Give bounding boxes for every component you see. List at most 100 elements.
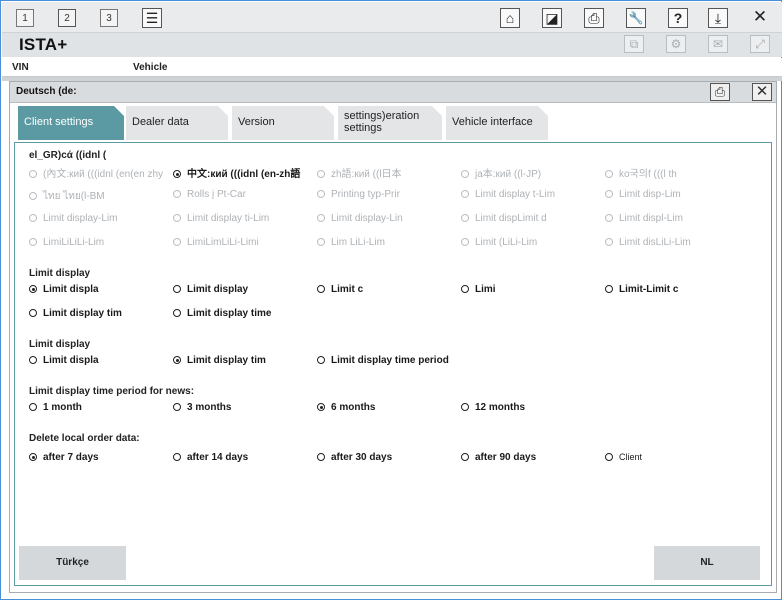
tab-operation-settings-line1: settings)eration <box>344 110 420 122</box>
language-option[interactable]: ja本:кий ((l-JP) <box>461 165 541 180</box>
home-icon[interactable]: ⌂ <box>500 8 520 28</box>
language-option[interactable]: Limit display-Lim <box>29 213 117 224</box>
close-icon[interactable]: ✕ <box>750 8 770 28</box>
option-label: Limit displa <box>43 355 99 366</box>
news-period-3-months[interactable]: 3 months <box>173 402 231 413</box>
help-icon[interactable]: ? <box>668 8 688 28</box>
option-label: Limit disp-Lim <box>619 189 681 200</box>
language-option[interactable]: LimiLiLiLi-Lim <box>29 237 104 248</box>
close-icon[interactable]: ✕ <box>752 83 772 101</box>
news-period-6-months[interactable]: 6 months <box>317 402 375 413</box>
radio-option-selected[interactable]: Limit display tim <box>173 355 266 366</box>
radio-icon <box>173 403 181 411</box>
radio-option[interactable]: Limit display time <box>173 308 271 319</box>
wrench-icon[interactable]: 🔧 <box>626 8 646 28</box>
workspace-tab-1[interactable]: 1 <box>16 9 34 27</box>
radio-selected-icon <box>29 285 37 293</box>
news-period-1-month[interactable]: 1 month <box>29 402 82 413</box>
language-option[interactable]: ไทย ไทย(l-BM <box>29 189 105 204</box>
language-option[interactable]: Limit dispLimit d <box>461 213 547 224</box>
radio-icon <box>461 285 469 293</box>
option-label: ja本:кий ((l-JP) <box>475 169 542 180</box>
news-period-label: Limit display time period for news: <box>29 386 195 397</box>
tab-operation-settings[interactable]: settings)eration settings <box>338 106 442 140</box>
language-option[interactable]: Rolls į Pt-Car <box>173 189 246 200</box>
dialog-title: Deutsch (de: <box>16 86 77 97</box>
language-option[interactable]: zh語:кий ((l日本 <box>317 165 402 180</box>
radio-icon <box>29 170 37 178</box>
print-icon[interactable]: ⎙ <box>710 83 730 101</box>
tab-version[interactable]: Version <box>232 106 334 140</box>
vin-label: VIN <box>12 62 29 73</box>
language-option[interactable]: Limit display ti-Lim <box>173 213 269 224</box>
download-icon[interactable]: ⤓ <box>708 8 728 28</box>
delete-after-90-days[interactable]: after 90 days <box>461 452 536 463</box>
picture-in-picture-icon[interactable]: ◪ <box>542 8 562 28</box>
radio-selected-icon <box>173 356 181 364</box>
document-icon[interactable]: ⧉ <box>624 35 644 53</box>
delete-client-option[interactable]: Client <box>605 452 642 462</box>
radio-option[interactable]: Limit c <box>317 284 363 295</box>
radio-icon <box>173 190 181 198</box>
tab-client-settings[interactable]: Client settings <box>18 106 124 140</box>
radio-option[interactable]: Limi <box>461 284 496 295</box>
radio-icon <box>605 453 613 461</box>
radio-option-selected[interactable]: Limit displa <box>29 284 99 295</box>
expand-icon[interactable]: ⤢ <box>750 35 770 53</box>
radio-icon <box>461 453 469 461</box>
radio-icon <box>29 192 37 200</box>
option-label: Limit dispLimit d <box>475 213 547 224</box>
language-option[interactable]: Limit display t-Lim <box>461 189 555 200</box>
delete-after-30-days[interactable]: after 30 days <box>317 452 392 463</box>
radio-icon <box>317 453 325 461</box>
print-icon[interactable]: ⎙ <box>584 8 604 28</box>
language-button-turkce[interactable]: Türkçe <box>19 546 126 580</box>
radio-icon <box>317 285 325 293</box>
radio-option[interactable]: Limit display time period <box>317 355 449 366</box>
language-option-selected[interactable]: 中文:кий (((idnl (en-zh語 <box>173 165 300 180</box>
radio-icon <box>29 214 37 222</box>
radio-option[interactable]: Limit-Limit c <box>605 284 678 295</box>
radio-icon <box>317 238 325 246</box>
gear-icon[interactable]: ⚙ <box>666 35 686 53</box>
language-option[interactable]: LimiLimLiLi-Limi <box>173 237 259 248</box>
language-option[interactable]: Limit disLiLi-Lim <box>605 237 691 248</box>
radio-selected-icon <box>29 453 37 461</box>
option-label: Printing typ-Prir <box>331 189 400 200</box>
tab-vehicle-interface[interactable]: Vehicle interface <box>446 106 548 140</box>
language-option[interactable]: ko국의f (((l th <box>605 165 677 180</box>
tab-dealer-data[interactable]: Dealer data <box>126 106 228 140</box>
language-option[interactable]: Limit displ-Lim <box>605 213 683 224</box>
news-period-12-months[interactable]: 12 months <box>461 402 525 413</box>
settings-tabs: Client settings Dealer data Version sett… <box>10 104 776 142</box>
language-option[interactable]: Limit disp-Lim <box>605 189 681 200</box>
delete-order-data-label: Delete local order data: <box>29 433 140 444</box>
radio-icon <box>461 190 469 198</box>
language-option[interactable]: Limit display-Lin <box>317 213 403 224</box>
option-label: Limit c <box>331 284 364 295</box>
language-option[interactable]: Printing typ-Prir <box>317 189 400 200</box>
radio-selected-icon <box>173 170 181 178</box>
radio-option[interactable]: Limit display <box>173 284 248 295</box>
workspace-tab-2[interactable]: 2 <box>58 9 76 27</box>
option-label: Limit display-Lin <box>331 213 403 224</box>
option-label: Client <box>619 452 643 462</box>
delete-after-7-days[interactable]: after 7 days <box>29 452 99 463</box>
radio-option[interactable]: Limit displa <box>29 355 99 366</box>
vehicle-info-bar: VIN Vehicle <box>2 58 782 77</box>
radio-icon <box>173 285 181 293</box>
workspace-tab-3[interactable]: 3 <box>100 9 118 27</box>
language-option[interactable]: Limit (LiLi-Lim <box>461 237 537 248</box>
radio-option[interactable]: Limit display tim <box>29 308 122 319</box>
radio-icon <box>317 356 325 364</box>
language-button-nl[interactable]: NL <box>654 546 760 580</box>
language-option[interactable]: Lim LiLi-Lim <box>317 237 385 248</box>
radio-icon <box>605 285 613 293</box>
option-label: after 7 days <box>43 452 99 463</box>
option-label: Rolls į Pt-Car <box>187 189 246 200</box>
mail-icon[interactable]: ✉ <box>708 35 728 53</box>
delete-after-14-days[interactable]: after 14 days <box>173 452 248 463</box>
radio-icon <box>605 238 613 246</box>
list-icon[interactable]: ☰ <box>142 8 162 28</box>
language-option[interactable]: (內文:кий (((idnl (en(en zhy <box>29 165 163 180</box>
